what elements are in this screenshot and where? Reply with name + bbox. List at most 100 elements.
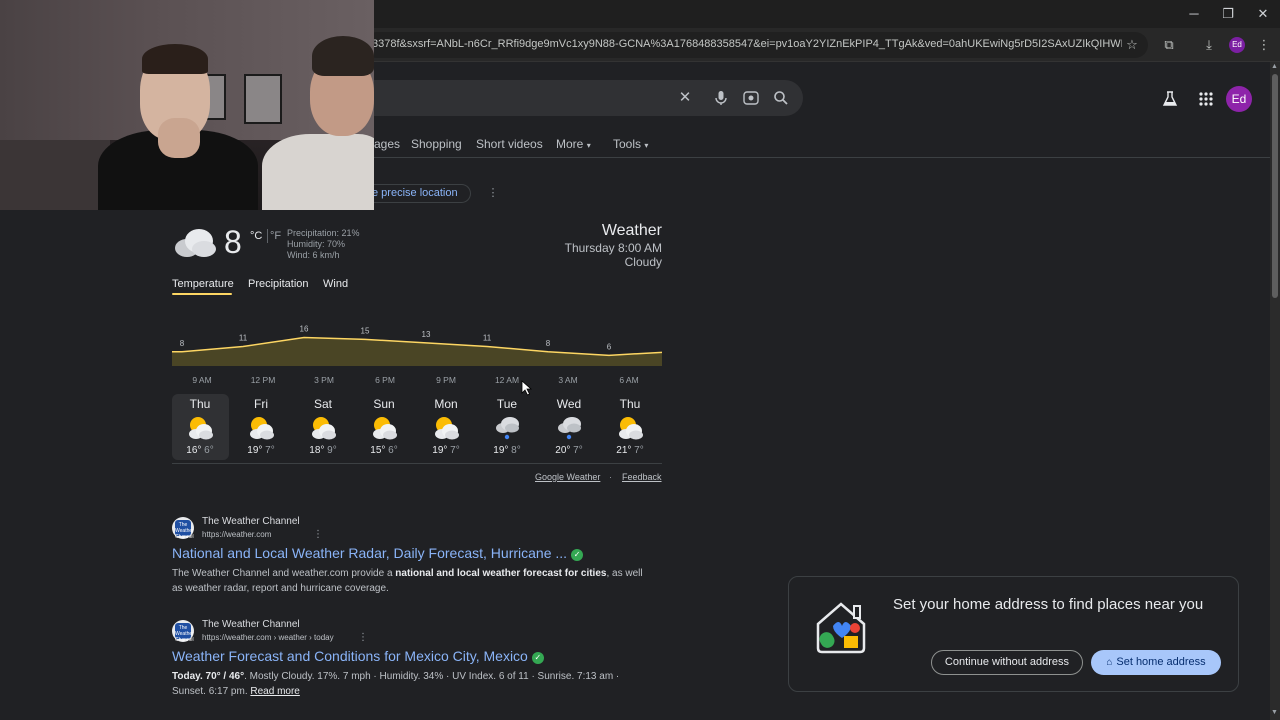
- result-site-name[interactable]: The Weather Channel: [202, 516, 300, 527]
- partly-cloudy-icon: [250, 417, 274, 440]
- tab-temperature[interactable]: Temperature: [172, 278, 234, 290]
- result-title-link[interactable]: National and Local Weather Radar, Daily …: [172, 545, 584, 561]
- low-temp: 7°: [450, 445, 460, 456]
- result-title-link[interactable]: Weather Forecast and Conditions for Mexi…: [172, 648, 544, 664]
- snippet-text: The Weather Channel and weather.com prov…: [172, 568, 396, 579]
- search-icon[interactable]: [772, 89, 790, 107]
- snippet-bold: Today. 70° / 46°: [172, 671, 245, 682]
- time-tick-label: 6 AM: [619, 375, 638, 385]
- microphone-icon[interactable]: [712, 89, 730, 107]
- day-name: Tue: [496, 397, 518, 411]
- weather-channel-logo: The Weather Channel: [175, 623, 194, 643]
- tab-more[interactable]: More ▾: [556, 137, 591, 151]
- temperature-value-label: 15: [361, 326, 370, 335]
- tab-precipitation[interactable]: Precipitation: [248, 278, 309, 290]
- day-temperatures: 18° 9°: [295, 445, 351, 456]
- unit-celsius[interactable]: °C: [250, 230, 262, 242]
- site-favicon[interactable]: The Weather Channel: [172, 620, 194, 643]
- profile-avatar[interactable]: Ed: [1229, 37, 1245, 53]
- google-weather-link[interactable]: Google Weather: [535, 472, 600, 482]
- close-icon[interactable]: ✕: [1254, 6, 1272, 22]
- minimize-icon[interactable]: ─: [1185, 6, 1203, 22]
- result-snippet: The Weather Channel and weather.com prov…: [172, 566, 652, 596]
- user-avatar[interactable]: Ed: [1226, 86, 1252, 112]
- more-options-icon[interactable]: ⋮: [313, 529, 323, 540]
- extensions-icon[interactable]: ⧉: [1160, 36, 1178, 54]
- person-body: [262, 134, 374, 210]
- more-options-icon[interactable]: ⋮: [358, 632, 368, 643]
- tab-tools[interactable]: Tools ▾: [613, 137, 648, 151]
- day-temperatures: 19° 7°: [418, 445, 474, 456]
- person-hair: [142, 44, 208, 74]
- verified-check-icon: ✓: [531, 652, 544, 664]
- set-home-address-button[interactable]: ⌂ Set home address: [1091, 650, 1221, 675]
- address-card-title: Set your home address to find places nea…: [893, 596, 1204, 613]
- temperature-value-label: 8: [546, 339, 551, 348]
- tab-images[interactable]: ages: [374, 137, 400, 151]
- partly-cloudy-icon: [373, 417, 397, 440]
- flask-icon[interactable]: [1160, 89, 1180, 109]
- day-temperatures: 19° 7°: [233, 445, 289, 456]
- low-temp: 7°: [634, 445, 644, 456]
- time-tick-label: 3 AM: [558, 375, 577, 385]
- scroll-down-icon[interactable]: ▼: [1271, 709, 1278, 716]
- read-more-link[interactable]: Read more: [250, 686, 299, 697]
- temperature-chart[interactable]: 8 11 16 15 13 11 8 6 9 AM 12 PM 3 PM 6 PM 9 PM 12 AM 3…: [172, 322, 662, 386]
- unit-separator: [267, 229, 268, 243]
- high-temp: 18°: [309, 445, 325, 456]
- clear-icon[interactable]: ✕: [676, 89, 694, 107]
- restore-icon[interactable]: ❐: [1219, 6, 1237, 22]
- search-input[interactable]: [374, 80, 803, 116]
- tab-more-label: More: [556, 137, 584, 151]
- apps-grid-icon[interactable]: [1196, 89, 1216, 109]
- lens-icon[interactable]: [742, 89, 760, 107]
- wall-picture: [244, 74, 282, 124]
- low-temp: 6°: [388, 445, 398, 456]
- day-temperatures: 15° 6°: [356, 445, 412, 456]
- site-favicon[interactable]: The Weather Channel: [172, 517, 194, 540]
- high-temp: 16°: [186, 445, 202, 456]
- day-temperatures: 16° 6°: [172, 445, 228, 456]
- sofa: [0, 140, 110, 210]
- kebab-menu-icon[interactable]: ⋮: [1255, 36, 1273, 54]
- cloud-rain-icon: [496, 417, 519, 440]
- continue-without-address-button[interactable]: Continue without address: [931, 650, 1083, 675]
- high-temp: 20°: [555, 445, 571, 456]
- address-bar-url[interactable]: 3378f&sxsrf=ANbL-n6Cr_RRfi9dge9mVc1xy9N8…: [372, 38, 1122, 50]
- result-url[interactable]: https://weather.com: [202, 530, 271, 539]
- bookmark-star-icon[interactable]: ☆: [1123, 36, 1141, 54]
- tab-shopping[interactable]: Shopping: [411, 137, 462, 151]
- tab-short-videos[interactable]: Short videos: [476, 137, 543, 151]
- temperature-value-label: 11: [483, 333, 492, 342]
- scrollbar-thumb[interactable]: [1272, 74, 1278, 298]
- precise-location-label[interactable]: e precise location: [372, 187, 458, 199]
- result-site-name[interactable]: The Weather Channel: [202, 619, 300, 630]
- day-name: Thu: [189, 397, 211, 411]
- result-title-text[interactable]: Weather Forecast and Conditions for Mexi…: [172, 648, 528, 664]
- day-temperatures: 21° 7°: [602, 445, 658, 456]
- download-icon[interactable]: ⤓: [1200, 36, 1218, 54]
- low-temp: 8°: [511, 445, 521, 456]
- low-temp: 9°: [327, 445, 337, 456]
- result-url[interactable]: https://weather.com › weather › today: [202, 633, 334, 642]
- set-home-address-label: Set home address: [1116, 656, 1206, 668]
- result-title-text[interactable]: National and Local Weather Radar, Daily …: [172, 545, 567, 561]
- result-snippet: Today. 70° / 46°. Mostly Cloudy. 17%. 7 …: [172, 669, 652, 699]
- tab-wind[interactable]: Wind: [323, 278, 348, 290]
- feedback-link[interactable]: Feedback: [622, 472, 662, 482]
- day-name: Sat: [313, 397, 332, 411]
- time-tick-label: 3 PM: [314, 375, 334, 385]
- scroll-up-icon[interactable]: ▲: [1271, 63, 1278, 70]
- day-temperatures: 20° 7°: [541, 445, 597, 456]
- day-name: Wed: [556, 397, 582, 411]
- partly-cloudy-icon: [312, 417, 336, 440]
- cloud-rain-icon: [558, 417, 581, 440]
- day-name: Sun: [373, 397, 395, 411]
- home-icon: ⌂: [1106, 657, 1113, 668]
- unit-fahrenheit[interactable]: °F: [270, 230, 281, 242]
- more-options-icon[interactable]: ⋮: [487, 186, 499, 199]
- tab-tools-label: Tools: [613, 137, 642, 151]
- verified-check-icon: ✓: [571, 549, 584, 561]
- temperature-value-label: 11: [239, 333, 248, 342]
- weather-title: Weather: [601, 222, 662, 239]
